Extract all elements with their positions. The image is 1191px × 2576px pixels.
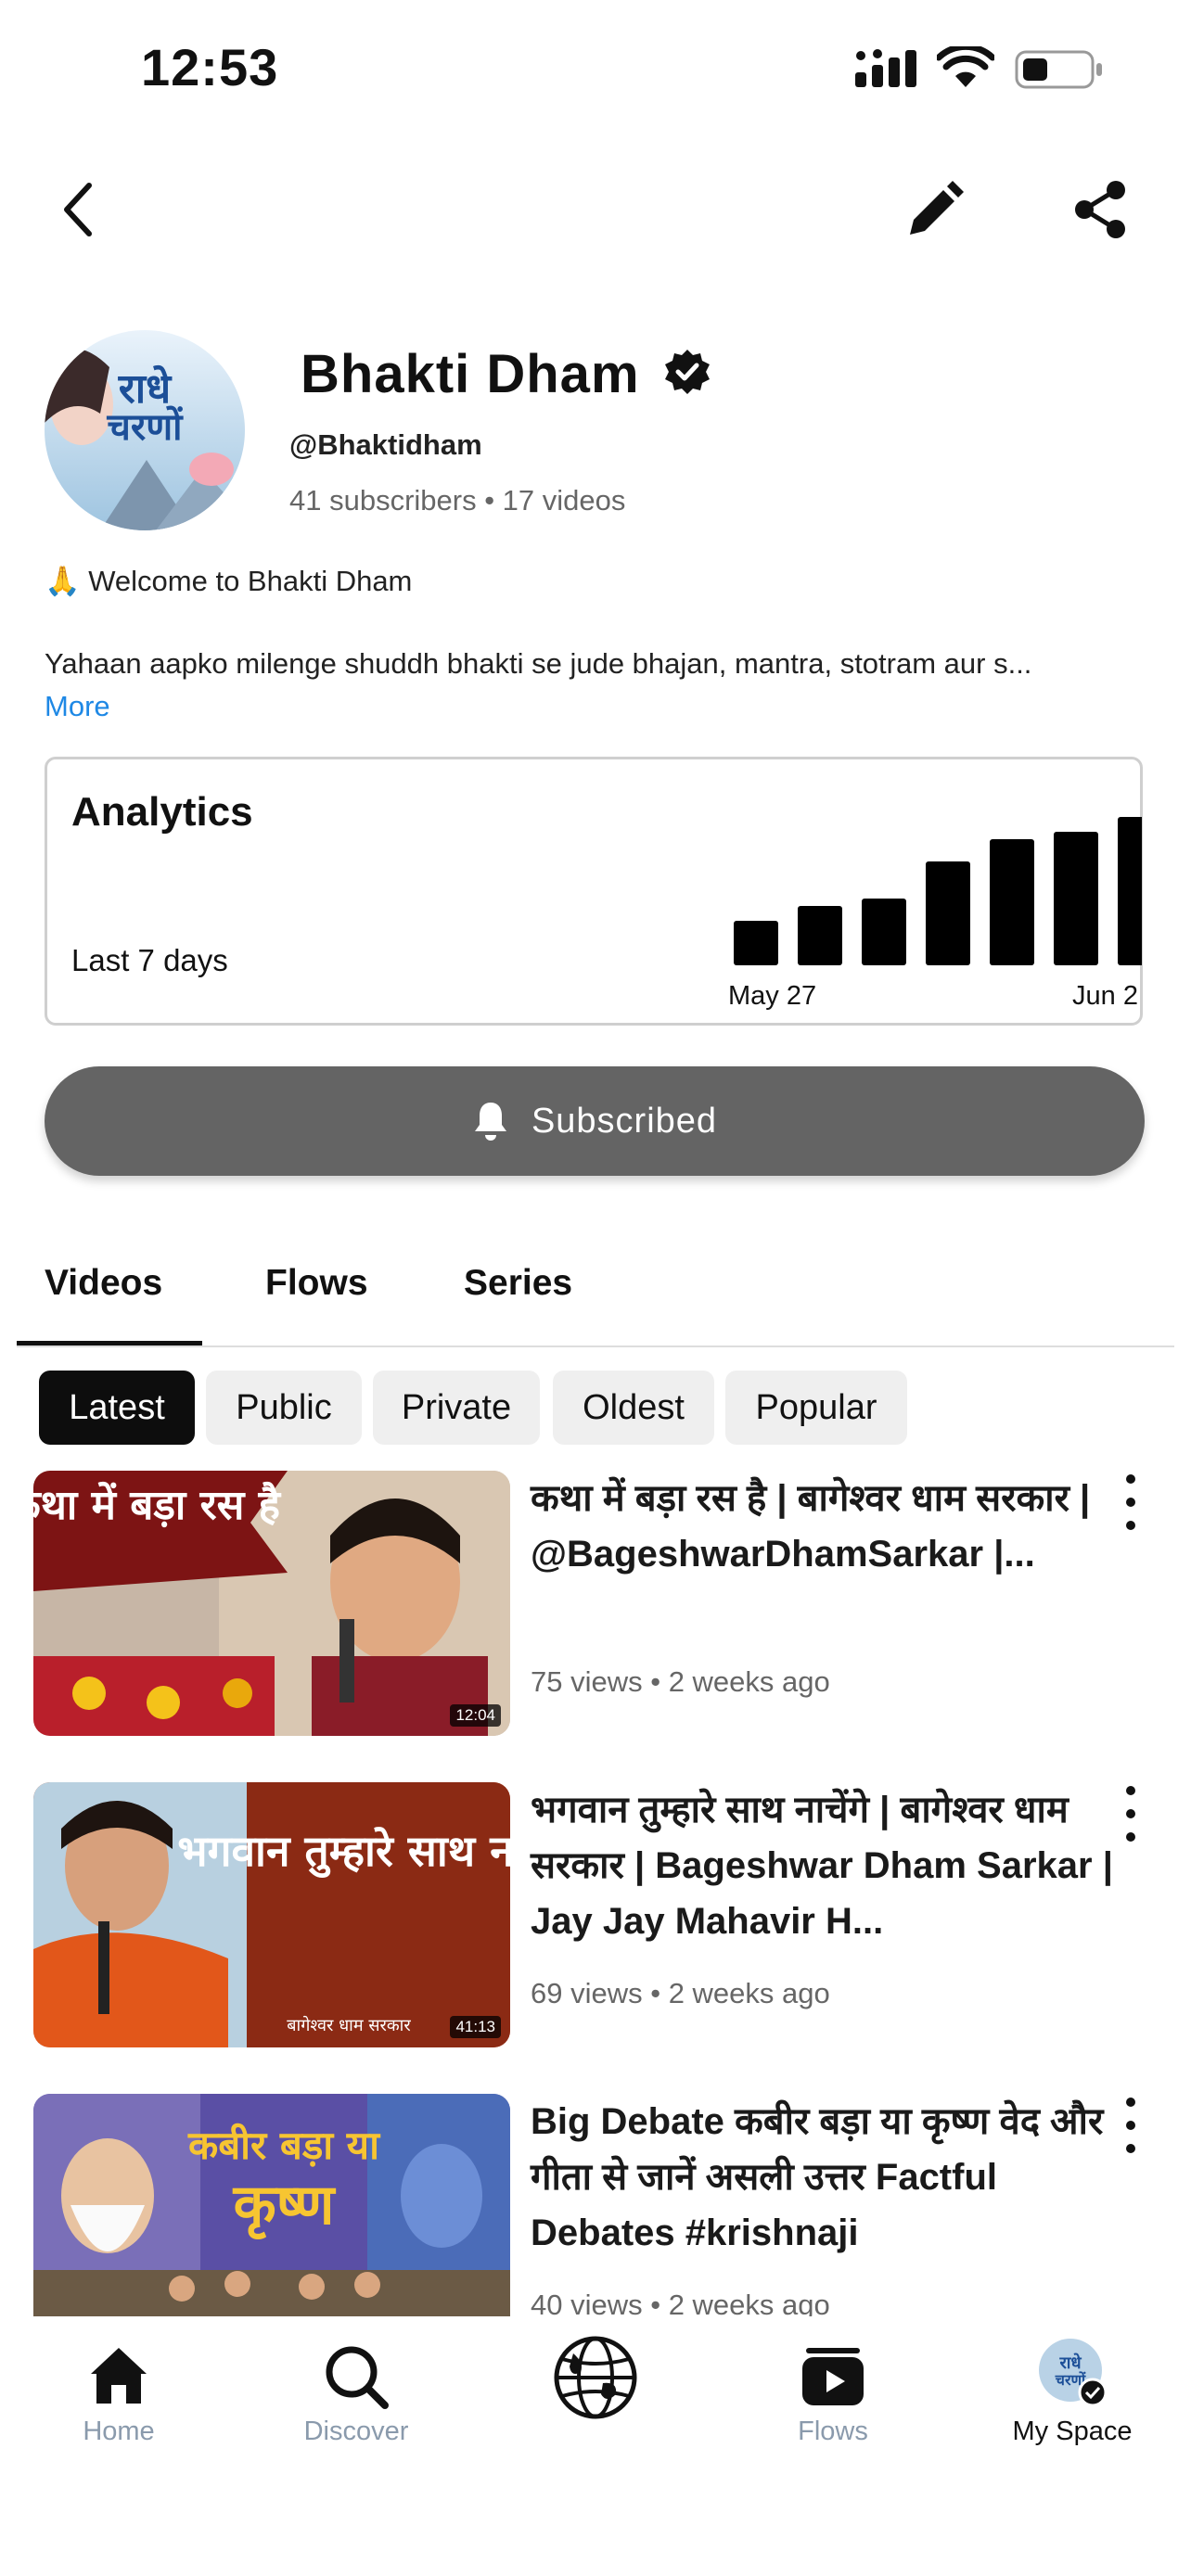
thumb-text: भगवान तुम्हारे साथ नाचेंगे xyxy=(177,1826,510,1879)
filter-chip-popular[interactable]: Popular xyxy=(725,1371,907,1445)
analytics-title: Analytics xyxy=(71,789,253,835)
tab-divider xyxy=(17,1345,1174,1347)
filter-chip-latest[interactable]: Latest xyxy=(39,1371,195,1445)
video-thumbnail[interactable]: कबीर बड़ा या कृष्ण xyxy=(33,2094,510,2316)
chart-bar xyxy=(798,906,842,965)
nav-home[interactable]: Home xyxy=(26,2316,211,2447)
filter-chip-public[interactable]: Public xyxy=(206,1371,362,1445)
nav-discover[interactable]: Discover xyxy=(263,2316,449,2447)
subscribe-button[interactable]: Subscribed xyxy=(45,1066,1145,1176)
chart-bar xyxy=(1054,832,1098,965)
flows-play-icon xyxy=(802,2348,864,2405)
analytics-chart: May 27 Jun 2 xyxy=(728,817,1142,1011)
signal-icon xyxy=(855,48,922,89)
channel-handle: @Bhaktidham xyxy=(289,428,482,461)
status-time: 12:53 xyxy=(141,38,279,96)
battery-icon xyxy=(1015,48,1104,91)
nav-my-space-label: My Space xyxy=(1012,2417,1133,2446)
video-title[interactable]: कथा में बड़ा रस है | बागेश्वर धाम सरकार … xyxy=(531,1471,1115,1582)
thumb-text: कृष्ण xyxy=(233,2173,337,2240)
subscribe-label: Subscribed xyxy=(531,1101,718,1141)
filter-chip-private[interactable]: Private xyxy=(373,1371,540,1445)
analytics-card[interactable]: Analytics Last 7 days May 27 Jun 2 xyxy=(45,757,1143,1026)
chart-bar xyxy=(990,839,1034,965)
pencil-icon xyxy=(910,181,964,235)
chart-bar xyxy=(926,861,970,965)
more-options-button[interactable] xyxy=(1117,2098,1145,2153)
chart-tick-label: May 27 xyxy=(728,981,816,1011)
video-title[interactable]: Big Debate कबीर बड़ा या कृष्ण वेद और गीत… xyxy=(531,2094,1115,2261)
bell-icon xyxy=(474,1103,506,1141)
video-meta: 75 views • 2 weeks ago xyxy=(531,1665,830,1698)
filter-chip-oldest[interactable]: Oldest xyxy=(553,1371,714,1445)
thumb-caption: बागेश्वर धाम सरकार xyxy=(287,2015,411,2035)
tab-series[interactable]: Series xyxy=(464,1263,572,1304)
video-duration: 41:13 xyxy=(450,2016,501,2038)
share-icon xyxy=(1075,181,1125,238)
thumb-text: कबीर बड़ा या xyxy=(187,2123,381,2168)
svg-text:चरणों: चरणों xyxy=(106,405,184,449)
video-thumbnail[interactable]: कथा में बड़ा रस है 12:04 xyxy=(33,1471,510,1736)
analytics-period: Last 7 days xyxy=(71,943,228,977)
more-options-button[interactable] xyxy=(1117,1474,1145,1530)
bottom-navigation: Home Discover Flows राधे चरणों My Space xyxy=(0,2316,1191,2576)
nav-globe[interactable] xyxy=(503,2316,688,2420)
nav-discover-label: Discover xyxy=(303,2417,409,2446)
chevron-left-icon xyxy=(64,183,92,236)
back-button[interactable] xyxy=(50,176,106,243)
search-icon xyxy=(326,2346,389,2409)
edit-button[interactable] xyxy=(902,176,968,243)
video-meta: 69 views • 2 weeks ago xyxy=(531,1977,830,2009)
home-icon xyxy=(91,2348,147,2404)
video-thumbnail[interactable]: भगवान तुम्हारे साथ नाचेंगे बागेश्वर धाम … xyxy=(33,1782,510,2047)
welcome-line: 🙏 Welcome to Bhakti Dham xyxy=(45,565,413,597)
nav-home-label: Home xyxy=(83,2417,155,2446)
chart-bar xyxy=(734,921,778,965)
thumb-text: कथा में बड़ा रस है xyxy=(33,1481,282,1529)
svg-text:राधे: राधे xyxy=(1058,2353,1082,2373)
channel-name: Bhakti Dham xyxy=(301,343,711,405)
nav-flows-label: Flows xyxy=(798,2417,868,2446)
nav-flows[interactable]: Flows xyxy=(740,2316,926,2447)
chart-bar xyxy=(862,899,906,965)
channel-stats: 41 subscribers • 17 videos xyxy=(289,484,626,516)
tab-flows[interactable]: Flows xyxy=(265,1263,368,1304)
more-options-button[interactable] xyxy=(1117,1786,1145,1842)
video-duration: 12:04 xyxy=(450,1704,501,1727)
channel-description: Yahaan aapko milenge shuddh bhakti se ju… xyxy=(45,647,1032,680)
nav-my-space[interactable]: राधे चरणों My Space xyxy=(980,2316,1165,2447)
verified-badge-icon xyxy=(664,350,710,394)
globe-icon xyxy=(554,2336,637,2419)
chart-tick-label: Jun 2 xyxy=(1072,981,1138,1011)
video-title[interactable]: भगवान तुम्हारे साथ नाचेंगे | बागेश्वर धा… xyxy=(531,1782,1115,1949)
channel-avatar[interactable]: राधे चरणों xyxy=(45,330,245,530)
wifi-icon xyxy=(935,43,996,89)
chart-bar xyxy=(1118,817,1142,965)
tab-videos[interactable]: Videos xyxy=(45,1263,162,1304)
share-button[interactable] xyxy=(1067,176,1133,243)
avatar-icon: राधे चरणों xyxy=(1039,2339,1108,2407)
more-link[interactable]: More xyxy=(45,690,110,723)
